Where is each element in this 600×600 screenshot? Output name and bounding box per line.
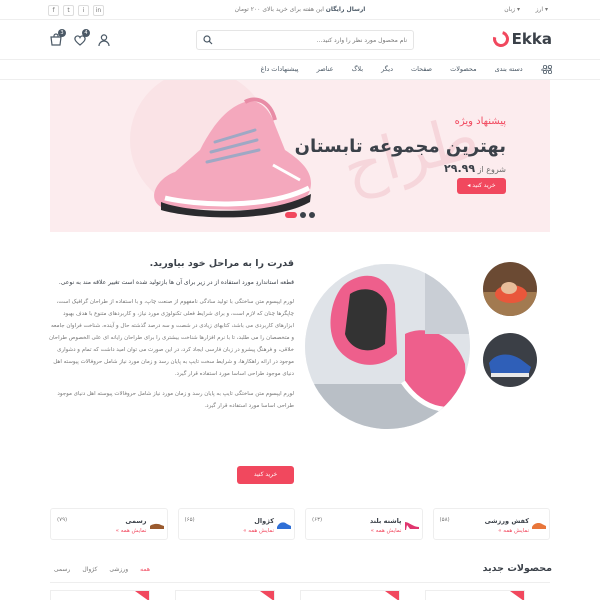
hero-price: شروع از ۲۹.۹۹: [444, 162, 506, 175]
search-icon[interactable]: [203, 35, 213, 45]
promo-bold: ارسال رایگان: [325, 6, 366, 13]
product-card[interactable]: [425, 590, 525, 600]
about-paragraph-2: لورم ایپسوم متن ساختگی تایپ به پایان رسد…: [57, 391, 294, 409]
header: Ekka 3 4: [0, 20, 600, 60]
search-box: [196, 30, 414, 50]
category-count: (۷۹): [57, 517, 68, 523]
tying-laces-image: [483, 262, 537, 316]
about-heading: قدرت را به مراحل خود بیاورید.: [149, 258, 294, 269]
new-products-title: محصولات جدید: [482, 563, 552, 574]
category-name: پاشنه بلند: [369, 517, 402, 525]
grid-menu-icon[interactable]: [543, 65, 552, 74]
product-card[interactable]: [300, 590, 400, 600]
logo-mark-icon: [489, 28, 512, 50]
blue-sneakers-image: [483, 333, 537, 387]
sale-tag: [385, 591, 399, 600]
tab-all[interactable]: همه: [140, 566, 150, 573]
about-lead: قطعه استانداردِ مورد استفاده از در زیر ب…: [58, 279, 294, 286]
hero-title: بهترین مجموعه تابستان: [294, 136, 506, 157]
nav-item-others[interactable]: دیگر: [381, 65, 393, 73]
currency-select[interactable]: ارز ▾: [536, 6, 548, 13]
product-card[interactable]: [175, 590, 275, 600]
sale-tag: [260, 591, 274, 600]
hero-shop-button[interactable]: خرید کنید ◂: [457, 178, 506, 194]
header-actions: 3 4: [49, 29, 111, 47]
tab-casual[interactable]: کژوال: [82, 566, 97, 573]
sport-shoe-icon: [532, 523, 546, 529]
nav-item-products[interactable]: محصولات: [450, 65, 477, 73]
about-paragraph-1: لورم ایپسوم متن ساختگی با تولید سادگی نا…: [48, 299, 294, 377]
about-section: قدرت را به مراحل خود بیاورید. قطعه استان…: [48, 258, 294, 420]
category-show-all[interactable]: نمایش همه »: [116, 528, 147, 534]
tab-sport[interactable]: ورزشی: [109, 566, 128, 573]
product-card[interactable]: [50, 590, 150, 600]
category-strip: کفش ورزشی نمایش همه » (۵۸) پاشنه بلند نم…: [50, 508, 550, 540]
sale-tag: [510, 591, 524, 600]
logo-text: Ekka: [511, 30, 552, 48]
slider-dot-3[interactable]: [309, 212, 315, 218]
nav-item-pages[interactable]: صفحات: [411, 65, 432, 73]
cart-button[interactable]: 3: [49, 29, 66, 47]
slider-dots: [285, 212, 315, 218]
wishlist-count-badge: 4: [82, 29, 90, 37]
search-input[interactable]: [218, 31, 413, 49]
category-count: (۶۵): [184, 517, 195, 523]
nav-item-elements[interactable]: عناصر: [317, 65, 334, 73]
hero-banner: طراح پیشنهاد ویژه بهترین مجموعه تابستان …: [50, 80, 550, 232]
top-bar: f t i in ارسال رایگان این هفته برای خرید…: [0, 0, 600, 20]
user-icon: [98, 34, 110, 47]
category-show-all[interactable]: نمایش همه »: [371, 528, 402, 534]
account-button[interactable]: [97, 33, 111, 47]
wishlist-button[interactable]: 4: [73, 29, 90, 47]
cart-count-badge: 3: [58, 29, 66, 37]
category-count: (۶۳): [312, 517, 323, 523]
category-name: کژوال: [254, 517, 274, 525]
high-heel-icon: [404, 522, 419, 530]
category-count: (۵۸): [439, 517, 450, 523]
sale-tag: [135, 591, 149, 600]
category-card[interactable]: رسمی نمایش همه » (۷۹): [50, 508, 168, 540]
formal-shoe-icon: [149, 523, 164, 529]
product-tabs: همه ورزشی کژوال رسمی: [50, 566, 150, 573]
running-shoes-image: [305, 264, 470, 429]
about-shop-button[interactable]: خرید کنید: [237, 466, 294, 484]
slider-dot-2[interactable]: [300, 212, 306, 218]
category-show-all[interactable]: نمایش همه »: [243, 528, 274, 534]
nav-items: خانه دسته بندی محصولات صفحات دیگر بلاگ ع…: [261, 65, 552, 73]
promo-rest: این هفته برای خرید بالای ۲۰۰ تومان: [234, 6, 326, 13]
about-button-wrap: خرید کنید: [237, 466, 294, 484]
nav-item-categories[interactable]: دسته بندی: [495, 65, 523, 73]
nav-item-blog[interactable]: بلاگ: [352, 65, 364, 73]
category-card[interactable]: کژوال نمایش همه » (۶۵): [177, 508, 295, 540]
category-name: رسمی: [125, 517, 147, 525]
category-name: کفش ورزشی: [484, 517, 529, 525]
hero-subtitle: پیشنهاد ویژه: [454, 116, 506, 127]
logo[interactable]: Ekka: [489, 28, 552, 50]
main-nav: خانه دسته بندی محصولات صفحات دیگر بلاگ ع…: [0, 60, 600, 80]
language-select[interactable]: زبان ▾: [504, 6, 520, 13]
category-card[interactable]: پاشنه بلند نمایش همه » (۶۳): [305, 508, 423, 540]
divider: [50, 582, 550, 583]
slider-dot-1[interactable]: [285, 212, 297, 218]
casual-shoe-icon: [277, 522, 291, 529]
tab-formal[interactable]: رسمی: [54, 566, 70, 573]
category-card[interactable]: کفش ورزشی نمایش همه » (۵۸): [432, 508, 550, 540]
nav-item-hot-offers[interactable]: پیشنهادات داغ: [261, 65, 299, 73]
category-show-all[interactable]: نمایش همه »: [498, 528, 529, 534]
